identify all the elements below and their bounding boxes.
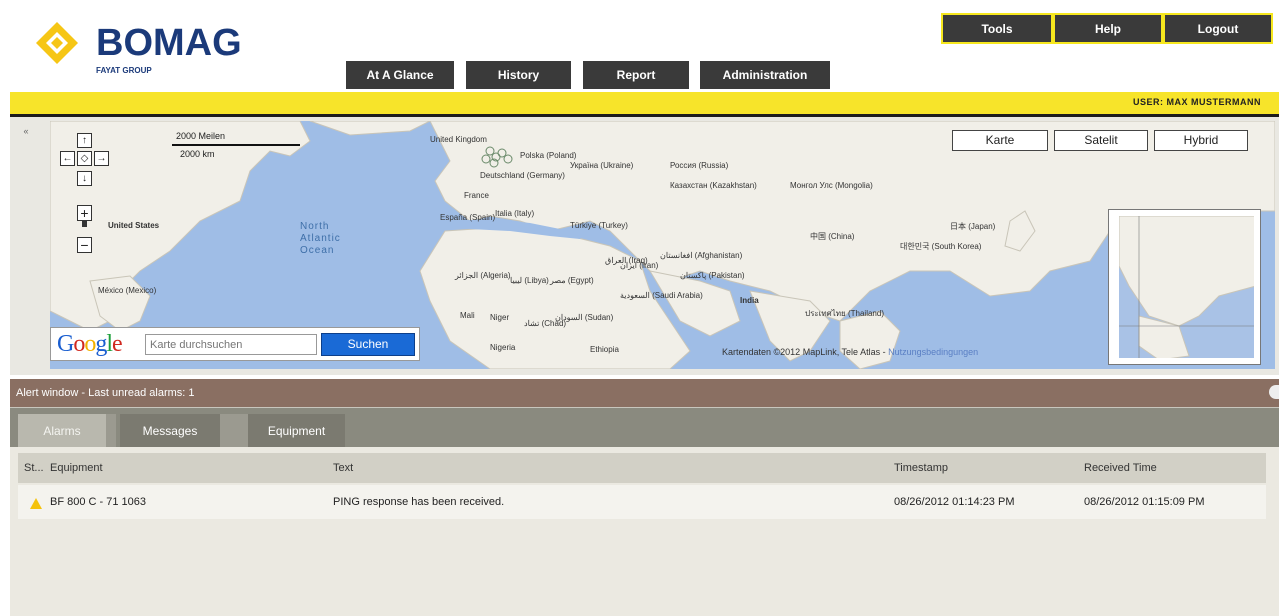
map-label-jp: 日本 (Japan) [950,222,996,231]
map-label-in: India [740,296,759,305]
column-received-time[interactable]: Received Time [1084,462,1157,474]
column-status[interactable]: St... [24,462,44,474]
collapse-alert-icon[interactable] [1269,385,1279,399]
map-label-sa: السعودية (Saudi Arabia) [620,291,703,300]
alarm-grid: St... Equipment Text Timestamp Received … [10,447,1279,616]
collapse-left-icon[interactable]: « [20,125,32,137]
map-copyright-text: Kartendaten ©2012 MapLink, Tele Atlas - [722,347,889,357]
map-label-kz: Казахстан (Kazakhstan) [670,181,757,190]
map-label-us: United States [108,221,160,230]
tab-separator [106,414,116,448]
column-text[interactable]: Text [333,462,353,474]
scale-miles: 2000 Meilen [176,131,226,141]
cell-equipment: BF 800 C - 71 1063 [50,496,147,508]
pan-center-icon[interactable]: ◇ [77,151,92,166]
header: BOMAG FAYAT GROUP At A Glance History Re… [0,0,1279,92]
tab-messages[interactable]: Messages [120,414,220,448]
map-search-button[interactable]: Suchen [321,333,415,356]
maptype-hybrid[interactable]: Hybrid [1154,130,1248,151]
nav-report[interactable]: Report [583,61,689,89]
map-label-pk: پاکستان (Pakistan) [680,271,745,280]
tools-button[interactable]: Tools [941,13,1053,44]
map-label-dz: الجزائر (Algeria) [455,271,511,280]
overview-map-view [1119,216,1254,358]
cell-text: PING response has been received. [333,496,505,508]
map-terms-link[interactable]: Nutzungsbedingungen [888,347,978,357]
map-label-de: Deutschland (Germany) [480,171,565,180]
nav-history[interactable]: History [466,61,571,89]
zoom-out-icon[interactable]: − [77,237,92,253]
map-label-tr: Türkiye (Turkey) [570,221,628,230]
user-bar: USER: MAX MUSTERMANN [10,92,1279,114]
map-label-ly: ليبيا (Libya) [510,276,549,285]
cell-received-time: 08/26/2012 01:15:09 PM [1084,496,1205,508]
nav-at-a-glance[interactable]: At A Glance [346,61,454,89]
google-logo: Google [57,331,123,357]
map-label-pl: Polska (Poland) [520,151,577,160]
map-label-kr: 대한민국 (South Korea) [900,242,982,251]
help-button[interactable]: Help [1053,13,1163,44]
map-label-ng: Nigeria [490,343,516,352]
map-search-input[interactable] [145,334,317,355]
pan-up-icon[interactable]: ↑ [77,133,92,148]
scale-km: 2000 km [180,149,215,159]
brand-name: BOMAG [96,22,242,64]
map-search-box: Google Suchen [50,327,420,361]
map-label-cn: 中国 (China) [810,232,855,241]
alert-window-header: Alert window - Last unread alarms: 1 [10,379,1279,407]
map-label-ua: Україна (Ukraine) [570,161,634,170]
map-label-eg: مصر (Egypt) [550,276,594,285]
map-label-it: Italia (Italy) [495,209,535,218]
map-label-et: Ethiopia [590,345,619,354]
tab-separator [220,414,248,448]
map-label-uk: United Kingdom [430,135,487,144]
column-equipment[interactable]: Equipment [50,462,103,474]
cell-timestamp: 08/26/2012 01:14:23 PM [894,496,1015,508]
alert-window-title: Alert window - Last unread alarms: 1 [16,387,195,399]
zoom-in-icon[interactable]: + [77,205,92,221]
bomag-logo-icon[interactable] [34,20,80,66]
overview-map[interactable] [1108,209,1261,365]
map-panel: « » [10,117,1279,375]
grid-header: St... Equipment Text Timestamp Received … [18,453,1266,483]
pan-left-icon[interactable]: ← [60,151,75,166]
map-label-th: ประเทศไทย (Thailand) [805,309,884,318]
map-label-af: افغانستان (Afghanistan) [660,251,743,260]
world-map[interactable]: North Atlantic Ocean United States México … [50,121,1275,369]
map-label-iq: العراق (Iraq) [605,256,648,265]
zoom-slider-icon[interactable] [82,221,87,227]
tab-equipment[interactable]: Equipment [248,414,345,448]
maptype-satelit[interactable]: Satelit [1054,130,1148,151]
map-label-fr: France [464,191,489,200]
map-label-sd: السودان (Sudan) [555,313,614,322]
nav-administration[interactable]: Administration [700,61,830,89]
map-label-ne: Niger [490,313,510,322]
user-label: USER: MAX MUSTERMANN [1133,97,1261,107]
warning-icon [30,498,42,509]
maptype-karte[interactable]: Karte [952,130,1048,151]
column-timestamp[interactable]: Timestamp [894,462,948,474]
map-label-ocean: North Atlantic Ocean [300,221,341,256]
tab-alarms[interactable]: Alarms [18,414,106,448]
overview-landmass [1119,216,1254,358]
map-label-mn: Монгол Улс (Mongolia) [790,181,873,190]
alert-tabs: Alarms Messages Equipment [10,407,1279,448]
scale-bar [172,144,300,146]
map-label-mexico: México (Mexico) [98,286,157,295]
pan-right-icon[interactable]: → [94,151,109,166]
logout-button[interactable]: Logout [1163,13,1273,44]
map-copyright: Kartendaten ©2012 MapLink, Tele Atlas - … [722,347,978,357]
map-label-es: España (Spain) [440,213,496,222]
map-scale: 2000 Meilen 2000 km [172,131,302,163]
map-label-ml: Mali [460,311,475,320]
pan-down-icon[interactable]: ↓ [77,171,92,186]
brand-subtitle: FAYAT GROUP [96,66,152,75]
map-label-ru: Россия (Russia) [670,161,729,170]
table-row[interactable]: BF 800 C - 71 1063 PING response has bee… [18,485,1266,519]
